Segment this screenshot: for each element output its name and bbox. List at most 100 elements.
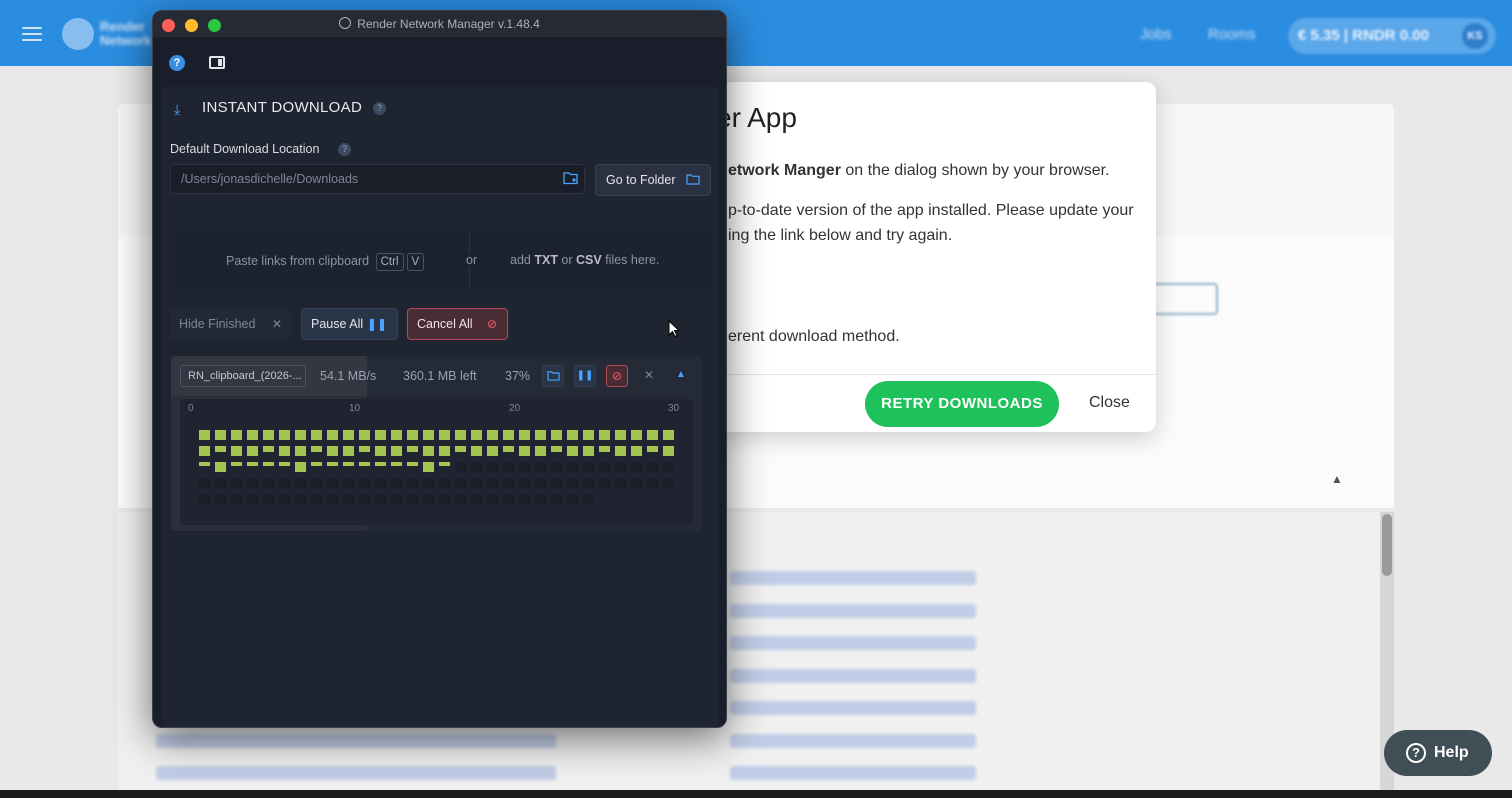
modal-instruction: etwork Manger on the dialog shown by you… bbox=[728, 162, 1110, 180]
chunk-cell bbox=[471, 430, 482, 440]
chunk-cell bbox=[487, 478, 498, 488]
chunk-cell bbox=[391, 494, 402, 504]
blurred-file-link[interactable] bbox=[156, 766, 556, 780]
chunk-cell bbox=[503, 462, 514, 472]
instant-download-section: ⤓ INSTANT DOWNLOAD ? Default Download Lo… bbox=[162, 87, 719, 727]
chunk-cell bbox=[599, 446, 610, 452]
collapse-caret-icon[interactable]: ▲ bbox=[1331, 472, 1343, 486]
chunk-cell bbox=[599, 430, 610, 440]
paste-hint-text: Paste links from clipboard bbox=[226, 254, 370, 268]
chunk-cell bbox=[487, 430, 498, 440]
add-prefix: add bbox=[510, 253, 535, 267]
chunk-cell bbox=[327, 430, 338, 440]
chunk-cell bbox=[487, 446, 498, 456]
modal-update-line-2: ing the link below and try again. bbox=[728, 227, 953, 244]
chunk-cell bbox=[567, 430, 578, 440]
chunk-cell bbox=[647, 430, 658, 440]
blurred-file-link[interactable] bbox=[730, 766, 976, 780]
chunk-cell bbox=[599, 462, 610, 472]
hide-finished-label: Hide Finished bbox=[179, 317, 256, 331]
pause-all-button[interactable]: Pause All ❚❚ bbox=[301, 308, 398, 340]
add-files-hint: add TXT or CSV files here. bbox=[510, 253, 659, 267]
chunk-cell bbox=[519, 430, 530, 440]
help-icon[interactable]: ? bbox=[169, 55, 185, 71]
chunk-cell bbox=[247, 494, 258, 504]
go-to-folder-button[interactable]: Go to Folder bbox=[595, 164, 711, 196]
chunk-cell bbox=[423, 446, 434, 456]
background-outlined-button[interactable] bbox=[1148, 283, 1218, 315]
location-info-icon[interactable]: ? bbox=[338, 143, 351, 156]
chunk-cell bbox=[231, 478, 242, 488]
chunk-cell bbox=[375, 462, 386, 466]
chunk-cell bbox=[407, 446, 418, 452]
chunk-cell bbox=[551, 494, 562, 504]
chunk-cell bbox=[391, 462, 402, 466]
chunk-cell bbox=[439, 446, 450, 456]
chunk-cell bbox=[199, 494, 210, 504]
chunk-cell bbox=[615, 462, 626, 472]
chunk-cell bbox=[407, 430, 418, 440]
help-button[interactable]: ? Help bbox=[1384, 730, 1492, 776]
blurred-file-link[interactable] bbox=[730, 571, 976, 585]
choose-folder-icon[interactable] bbox=[563, 171, 579, 188]
download-task-card: RN_clipboard_(2026-... 54.1 MB/s 360.1 M… bbox=[171, 356, 702, 531]
scroll-thumb[interactable] bbox=[1382, 514, 1392, 576]
blurred-file-link[interactable] bbox=[730, 701, 976, 715]
chunk-cell bbox=[455, 478, 466, 488]
chunk-cell bbox=[503, 446, 514, 452]
modal-instruction-rest: on the dialog shown by your browser. bbox=[840, 162, 1110, 179]
blurred-file-link[interactable] bbox=[730, 604, 976, 618]
hide-finished-button[interactable]: Hide Finished ✕ bbox=[170, 308, 292, 340]
balance-pill[interactable]: € 5.35 | RNDR 0.00 KS bbox=[1288, 18, 1496, 54]
brand-line-2: Network bbox=[100, 33, 152, 48]
chunk-cell bbox=[535, 462, 546, 472]
chunk-cell bbox=[503, 494, 514, 504]
chunk-cell bbox=[423, 430, 434, 440]
close-button[interactable]: Close bbox=[1089, 394, 1130, 412]
collapse-chevron-icon[interactable]: ▲ bbox=[670, 365, 692, 387]
section-info-icon[interactable]: ? bbox=[373, 102, 386, 115]
drop-zone[interactable]: Paste links from clipboard Ctrl V or add … bbox=[170, 227, 711, 293]
chunk-cell bbox=[407, 494, 418, 504]
chunk-cell bbox=[295, 462, 306, 472]
task-cancel-icon[interactable]: ⊘ bbox=[606, 365, 628, 387]
render-network-manager-window: Render Network Manager v.1.48.4 ? ⤓ INST… bbox=[152, 10, 727, 728]
app-icon bbox=[339, 17, 352, 29]
modal-title: er App bbox=[716, 102, 797, 133]
blurred-file-link[interactable] bbox=[730, 734, 976, 748]
task-name[interactable]: RN_clipboard_(2026-... bbox=[180, 365, 306, 387]
chunk-cell bbox=[327, 446, 338, 456]
download-location-input[interactable] bbox=[170, 164, 585, 194]
chunk-cell bbox=[519, 494, 530, 504]
chunk-cell bbox=[279, 462, 290, 466]
avatar[interactable]: KS bbox=[1462, 23, 1488, 49]
window-titlebar[interactable]: Render Network Manager v.1.48.4 bbox=[153, 11, 726, 37]
balance-text: € 5.35 | RNDR 0.00 bbox=[1298, 27, 1429, 44]
retry-downloads-button[interactable]: RETRY DOWNLOADS bbox=[865, 381, 1059, 427]
task-remaining: 360.1 MB left bbox=[403, 369, 477, 383]
chunk-cell bbox=[279, 494, 290, 504]
chunk-grid bbox=[199, 430, 674, 504]
chunk-cell bbox=[615, 478, 626, 488]
chunk-cell bbox=[391, 430, 402, 440]
task-pause-icon[interactable]: ❚❚ bbox=[574, 365, 596, 387]
blurred-file-link[interactable] bbox=[730, 669, 976, 683]
chunk-cell bbox=[423, 478, 434, 488]
task-remove-icon[interactable]: ✕ bbox=[638, 365, 660, 387]
chunk-cell bbox=[215, 446, 226, 452]
chunk-cell bbox=[391, 478, 402, 488]
blurred-file-link[interactable] bbox=[730, 636, 976, 650]
nav-rooms[interactable]: Rooms bbox=[1208, 26, 1256, 43]
sidebar-toggle-icon[interactable] bbox=[209, 56, 225, 69]
modal-update-line-1: p-to-date version of the app installed. … bbox=[728, 202, 1134, 219]
chunk-cell bbox=[279, 446, 290, 456]
nav-jobs[interactable]: Jobs bbox=[1140, 26, 1172, 43]
chunk-cell bbox=[375, 478, 386, 488]
cancel-all-button[interactable]: Cancel All ⊘ bbox=[407, 308, 508, 340]
blurred-file-link[interactable] bbox=[156, 734, 556, 748]
chunk-cell bbox=[423, 494, 434, 504]
chunk-cell bbox=[327, 462, 338, 466]
open-folder-icon[interactable] bbox=[542, 365, 564, 387]
section-title: INSTANT DOWNLOAD bbox=[202, 99, 363, 116]
hamburger-menu-icon[interactable] bbox=[22, 27, 42, 41]
